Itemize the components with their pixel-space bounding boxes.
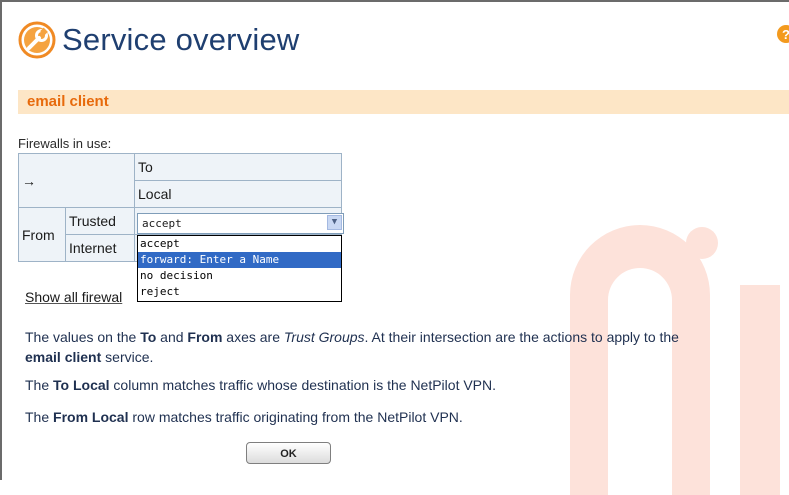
text-segment: and bbox=[156, 329, 188, 345]
grid-row-trusted: Trusted bbox=[65, 207, 135, 235]
page-title: Service overview bbox=[62, 22, 300, 57]
text-from-local-bold: From Local bbox=[53, 409, 129, 425]
action-select[interactable]: accept ▼ bbox=[137, 213, 344, 234]
text-from-bold: From bbox=[187, 329, 223, 345]
grid-to-header: To bbox=[134, 153, 342, 181]
window-top-border bbox=[0, 0, 789, 2]
text-segment: row matches traffic originating from the… bbox=[128, 409, 463, 425]
text-segment: The bbox=[25, 377, 54, 393]
text-segment: The bbox=[25, 409, 54, 425]
grid-from-header: From bbox=[18, 207, 66, 262]
ok-button[interactable]: OK bbox=[246, 442, 331, 464]
grid-to-local-header: Local bbox=[134, 180, 342, 208]
text-to-local-bold: To Local bbox=[53, 377, 110, 393]
window-left-border bbox=[0, 0, 2, 480]
text-service-bold: email client bbox=[25, 349, 102, 365]
wrench-icon bbox=[18, 21, 56, 59]
show-all-firewalls-link[interactable]: Show all firewal bbox=[25, 289, 122, 305]
svg-text:?: ? bbox=[782, 27, 789, 42]
action-dropdown-list[interactable]: accept forward: Enter a Name no decision… bbox=[137, 235, 342, 302]
text-trust-groups: Trust Groups bbox=[283, 329, 365, 345]
page-header: Service overview bbox=[18, 18, 300, 62]
option-no-decision[interactable]: no decision bbox=[138, 268, 341, 284]
description-from-local: The From Local row matches traffic origi… bbox=[25, 407, 463, 427]
firewalls-label: Firewalls in use: bbox=[18, 136, 112, 151]
description-trust-groups: The values on the To and From axes are T… bbox=[25, 327, 789, 367]
chevron-down-icon[interactable]: ▼ bbox=[327, 215, 342, 230]
text-to-bold: To bbox=[140, 329, 157, 345]
text-segment: . At their intersection are the actions … bbox=[364, 329, 679, 345]
text-segment: column matches traffic whose destination… bbox=[109, 377, 497, 393]
text-segment: The values on the bbox=[25, 329, 141, 345]
option-forward[interactable]: forward: Enter a Name bbox=[138, 252, 341, 268]
select-value: accept bbox=[142, 217, 182, 230]
section-title: email client bbox=[27, 93, 109, 110]
help-icon[interactable]: ? bbox=[776, 24, 789, 44]
grid-row-internet: Internet bbox=[65, 234, 135, 262]
option-reject[interactable]: reject bbox=[138, 284, 341, 300]
option-accept[interactable]: accept bbox=[138, 236, 341, 252]
section-header: email client bbox=[18, 90, 789, 114]
description-to-local: The To Local column matches traffic whos… bbox=[25, 375, 496, 395]
text-segment: service. bbox=[101, 349, 154, 365]
grid-corner-arrow: → bbox=[18, 153, 135, 208]
text-segment: axes are bbox=[222, 329, 284, 345]
